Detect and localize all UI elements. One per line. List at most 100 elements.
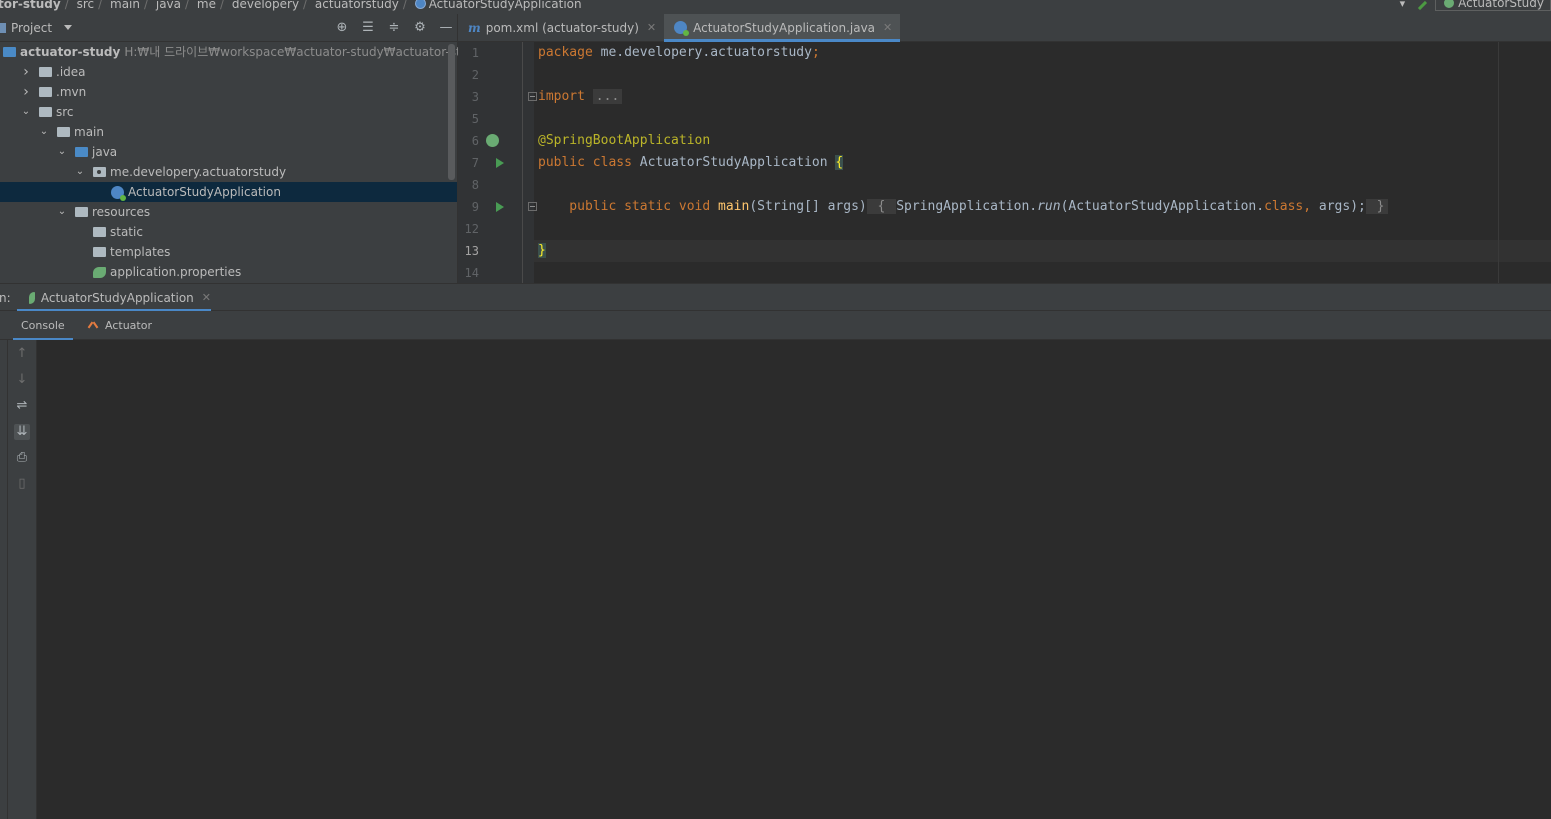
breadcrumb-item[interactable]: me bbox=[197, 0, 216, 11]
collapse-all-icon[interactable]: ≑ bbox=[387, 21, 401, 35]
code-token: args); bbox=[1318, 199, 1366, 214]
breadcrumb-separator: / bbox=[185, 0, 190, 11]
tab-actuator-study-application[interactable]: ActuatorStudyApplication.java ✕ bbox=[664, 14, 901, 42]
close-icon[interactable]: ✕ bbox=[202, 291, 211, 304]
tree-item-name: static bbox=[110, 225, 143, 239]
run-tab-label: ActuatorStudyApplication bbox=[40, 290, 194, 305]
breadcrumb-item[interactable]: ActuatorStudyApplication bbox=[429, 0, 582, 11]
tab-actuator[interactable]: Actuator bbox=[79, 311, 160, 339]
run-subtabs: Console Actuator bbox=[0, 311, 1551, 340]
chevron-down-icon[interactable]: ⌄ bbox=[75, 162, 85, 182]
tree-item[interactable]: ⌄ java bbox=[0, 142, 457, 162]
code-line-current: } bbox=[534, 240, 1551, 262]
chevron-down-icon[interactable] bbox=[64, 25, 73, 30]
hide-panel-icon[interactable]: — bbox=[439, 21, 453, 35]
scroll-to-end-icon[interactable]: ⇊ bbox=[14, 424, 30, 440]
folded-body[interactable]: } bbox=[1365, 199, 1388, 214]
tree-item[interactable]: ⌄ me.developery.actuatorstudy bbox=[0, 162, 457, 182]
code-token: public static void bbox=[538, 199, 711, 214]
folded-body[interactable]: { bbox=[866, 199, 897, 214]
tree-item[interactable]: static bbox=[0, 222, 457, 242]
chevron-right-icon[interactable]: › bbox=[21, 82, 31, 102]
run-tab-actuator-study-application[interactable]: ActuatorStudyApplication ✕ bbox=[17, 284, 211, 312]
tree-item-label: .idea bbox=[56, 62, 86, 82]
close-icon[interactable]: ✕ bbox=[883, 21, 892, 34]
run-side-strip bbox=[0, 340, 8, 819]
tree-item-name: java bbox=[92, 145, 118, 159]
code-line: @SpringBootApplication bbox=[538, 130, 1551, 152]
tab-pom-xml[interactable]: m pom.xml (actuator-study) ✕ bbox=[458, 14, 664, 41]
project-scrollbar[interactable] bbox=[448, 44, 455, 180]
console-toolbar: ↑ ↓ ⇌ ⇊ ⎙ ▯ bbox=[8, 340, 37, 819]
breadcrumb-separator: / bbox=[64, 0, 69, 11]
tab-label: ActuatorStudyApplication.java bbox=[693, 20, 876, 35]
code-token: ; bbox=[811, 45, 820, 60]
tree-item[interactable]: actuator-study H:₩내 드라이브₩workspace₩actuat… bbox=[0, 42, 483, 62]
spring-class-icon bbox=[111, 186, 126, 201]
code-token: run bbox=[1037, 199, 1061, 214]
run-icon[interactable] bbox=[496, 158, 504, 168]
chevron-down-icon[interactable]: ⌄ bbox=[21, 102, 31, 122]
tree-item[interactable]: templates bbox=[0, 242, 457, 262]
close-icon[interactable]: ✕ bbox=[647, 21, 656, 34]
chevron-right-icon[interactable]: › bbox=[21, 62, 31, 82]
print-icon[interactable]: ⎙ bbox=[14, 450, 30, 466]
breadcrumb-item[interactable]: main bbox=[110, 0, 140, 11]
folder-icon bbox=[39, 67, 52, 77]
expand-all-icon[interactable]: ☰ bbox=[361, 21, 375, 35]
soft-wrap-icon[interactable]: ⇌ bbox=[14, 398, 30, 414]
tree-item[interactable]: › .idea bbox=[0, 62, 457, 82]
trash-icon[interactable]: ▯ bbox=[14, 476, 30, 492]
project-view-title[interactable]: Project bbox=[11, 21, 52, 35]
tree-item-name: ActuatorStudyApplication bbox=[128, 185, 281, 199]
build-hammer-icon[interactable] bbox=[1413, 0, 1428, 11]
spring-boot-icon bbox=[1444, 0, 1455, 8]
project-panel-tools: ⊕ ☰ ≑ ⚙ — bbox=[335, 14, 453, 42]
arrow-up-icon[interactable]: ↑ bbox=[14, 346, 30, 362]
code-token: (String[] args) bbox=[749, 199, 867, 214]
run-configuration-selector[interactable]: ActuatorStudy bbox=[1435, 0, 1551, 11]
line-number: 5 bbox=[471, 112, 479, 126]
tree-item-name: templates bbox=[110, 245, 171, 259]
folder-icon bbox=[39, 107, 52, 117]
run-icon[interactable] bbox=[496, 202, 504, 212]
code-token: SpringApplication. bbox=[896, 199, 1038, 214]
tree-item[interactable]: ActuatorStudyApplication bbox=[0, 182, 457, 202]
breadcrumb-item[interactable]: src bbox=[77, 0, 95, 11]
project-panel: Project ⊕ ☰ ≑ ⚙ — actuator-study H:₩내 드라이… bbox=[0, 14, 483, 283]
tree-item[interactable]: › .mvn bbox=[0, 82, 457, 102]
tree-item-name: actuator-study bbox=[20, 45, 121, 59]
project-tree: actuator-study H:₩내 드라이브₩workspace₩actuat… bbox=[0, 42, 483, 282]
spring-class-icon bbox=[674, 21, 690, 36]
tree-item[interactable]: ⌄ main bbox=[0, 122, 457, 142]
chevron-down-icon[interactable]: ⌄ bbox=[57, 142, 67, 162]
gear-icon[interactable]: ⚙ bbox=[413, 21, 427, 35]
tree-item[interactable]: ⌄ src bbox=[0, 102, 457, 122]
maven-icon: m bbox=[468, 20, 481, 35]
user-icon[interactable]: ▾ bbox=[1400, 0, 1406, 10]
breadcrumb-item[interactable]: tor-study bbox=[0, 0, 61, 11]
top-toolbar: ▾ ActuatorStudy bbox=[1400, 0, 1551, 11]
breadcrumb-item[interactable]: java bbox=[156, 0, 181, 11]
line-number: 12 bbox=[464, 222, 479, 236]
folder-icon bbox=[93, 247, 106, 257]
code-token: class bbox=[1264, 199, 1304, 214]
breadcrumb-item[interactable]: developery bbox=[232, 0, 299, 11]
tree-item[interactable]: application.properties bbox=[0, 262, 457, 282]
breadcrumb-item[interactable]: actuatorstudy bbox=[315, 0, 399, 11]
spring-bean-icon[interactable] bbox=[486, 134, 499, 147]
arrow-down-icon[interactable]: ↓ bbox=[14, 372, 30, 388]
console-output[interactable] bbox=[37, 340, 1551, 819]
tree-item-label: ActuatorStudyApplication bbox=[128, 182, 281, 202]
chevron-down-icon[interactable]: ⌄ bbox=[57, 202, 67, 222]
locate-target-icon[interactable]: ⊕ bbox=[335, 21, 349, 35]
run-configuration-label: ActuatorStudy bbox=[1458, 0, 1544, 10]
tab-label: Actuator bbox=[105, 318, 152, 332]
tab-console[interactable]: Console bbox=[13, 311, 73, 340]
tree-item[interactable]: ⌄ resources bbox=[0, 202, 457, 222]
chevron-down-icon[interactable]: ⌄ bbox=[39, 122, 49, 142]
line-number: 13 bbox=[464, 244, 479, 258]
editor-tabs: m pom.xml (actuator-study) ✕ ActuatorStu… bbox=[458, 14, 1551, 42]
code-area[interactable]: package me.developery.actuatorstudy; imp… bbox=[534, 42, 1551, 283]
folded-imports[interactable]: ... bbox=[592, 89, 623, 104]
